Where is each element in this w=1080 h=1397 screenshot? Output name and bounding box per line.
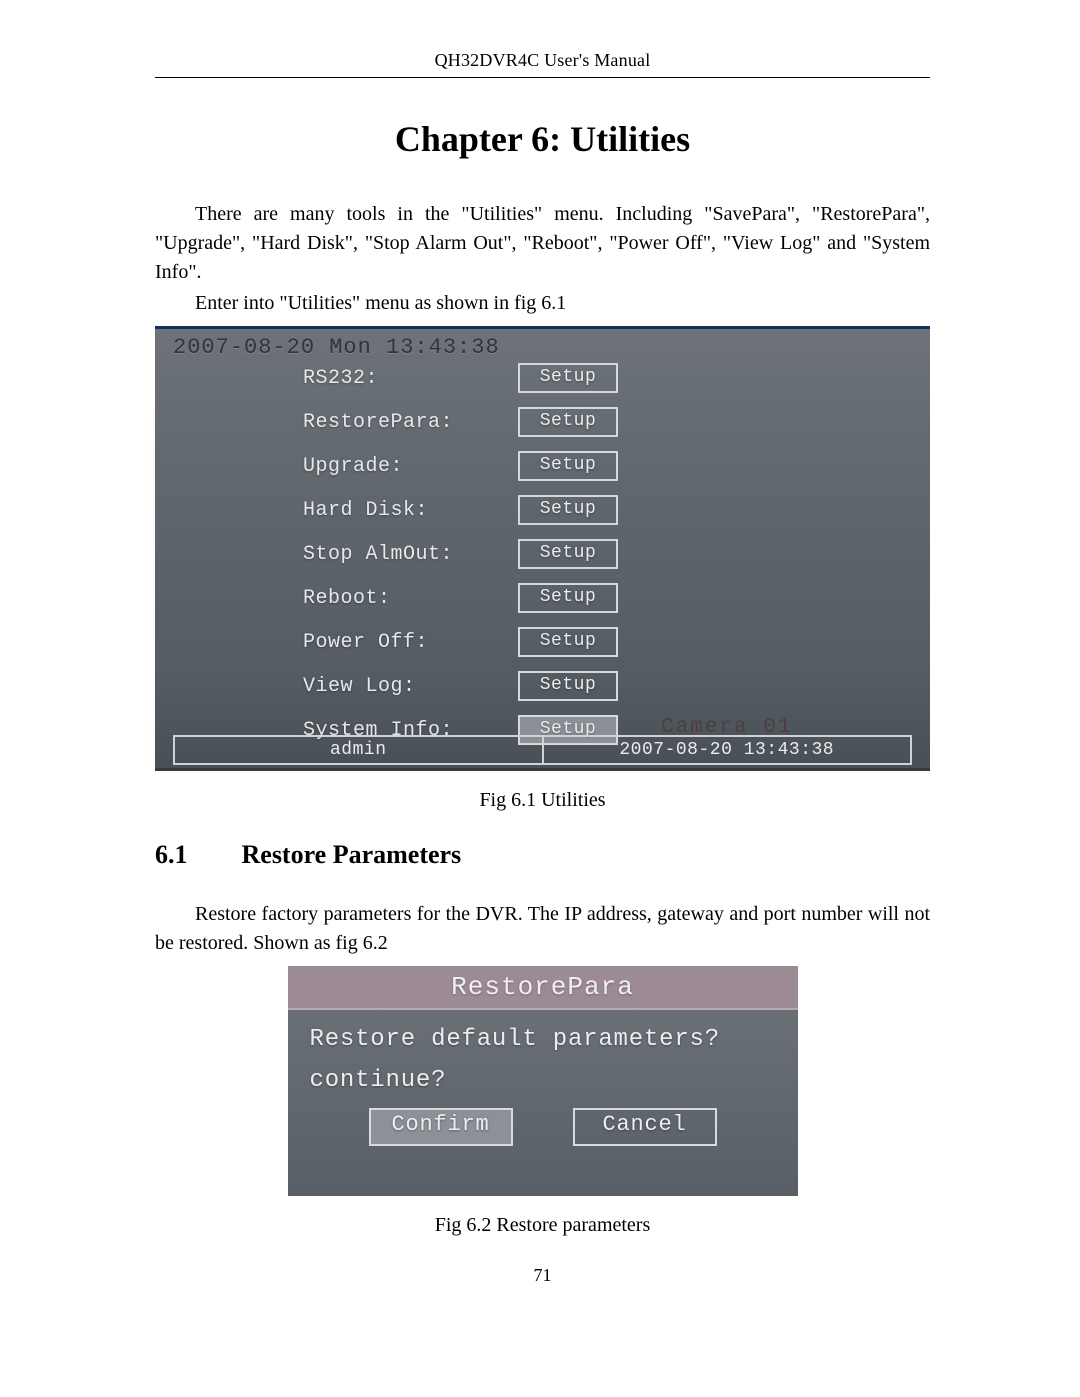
- dvr-label: RestorePara:: [173, 411, 473, 434]
- intro-line-2: Enter into "Utilities" menu as shown in …: [155, 289, 930, 318]
- setup-button-stopalmout[interactable]: Setup: [518, 539, 618, 569]
- dvr-label: RS232:: [173, 367, 473, 390]
- section-title: Restore Parameters: [242, 840, 462, 869]
- dvr-label: Power Off:: [173, 631, 473, 654]
- manual-page: QH32DVR4C User's Manual Chapter 6: Utili…: [0, 0, 1080, 1397]
- dvr-row-harddisk: Hard Disk: Setup: [173, 488, 912, 532]
- dvr-row-stopalmout: Stop AlmOut: Setup: [173, 532, 912, 576]
- restorepara-line2: continue?: [310, 1067, 776, 1094]
- dvr-row-rs232: RS232: Setup: [173, 356, 912, 400]
- restorepara-title: RestorePara: [288, 966, 798, 1010]
- intro-paragraph: There are many tools in the "Utilities" …: [155, 200, 930, 287]
- section-6-1-heading: 6.1 Restore Parameters: [155, 840, 930, 870]
- dvr-status-bar: admin Camera 01 2007-08-20 13:43:38: [173, 735, 912, 765]
- cancel-button[interactable]: Cancel: [573, 1108, 717, 1146]
- dvr-row-upgrade: Upgrade: Setup: [173, 444, 912, 488]
- confirm-button[interactable]: Confirm: [369, 1108, 513, 1146]
- restorepara-line1: Restore default parameters?: [310, 1026, 776, 1053]
- chapter-title: Chapter 6: Utilities: [155, 118, 930, 160]
- dvr-label: Upgrade:: [173, 455, 473, 478]
- fig-6-2-caption: Fig 6.2 Restore parameters: [155, 1214, 930, 1237]
- restorepara-body: Restore default parameters? continue? Co…: [288, 1010, 798, 1150]
- setup-button-reboot[interactable]: Setup: [518, 583, 618, 613]
- dvr-row-reboot: Reboot: Setup: [173, 576, 912, 620]
- restorepara-dialog: RestorePara Restore default parameters? …: [288, 966, 798, 1196]
- fig-6-1-caption: Fig 6.1 Utilities: [155, 789, 930, 812]
- dvr-row-poweroff: Power Off: Setup: [173, 620, 912, 664]
- head-rule: [155, 77, 930, 78]
- dvr-label: Reboot:: [173, 587, 473, 610]
- dvr-status-camera: Camera 01: [544, 715, 911, 741]
- section-6-1-paragraph: Restore factory parameters for the DVR. …: [155, 900, 930, 958]
- dvr-status-datetime-text: 2007-08-20 13:43:38: [619, 740, 834, 760]
- setup-button-viewlog[interactable]: Setup: [518, 671, 618, 701]
- section-number: 6.1: [155, 840, 235, 870]
- dvr-label: View Log:: [173, 675, 473, 698]
- setup-button-upgrade[interactable]: Setup: [518, 451, 618, 481]
- dvr-label: Stop AlmOut:: [173, 543, 473, 566]
- dvr-label: Hard Disk:: [173, 499, 473, 522]
- restorepara-buttons: Confirm Cancel: [310, 1108, 776, 1146]
- dvr-utilities-screen: 2007-08-20 Mon 13:43:38 RS232: Setup Res…: [155, 326, 930, 771]
- setup-button-rs232[interactable]: Setup: [518, 363, 618, 393]
- dvr-status-user: admin: [173, 735, 542, 765]
- dvr-row-restorepara: RestorePara: Setup: [173, 400, 912, 444]
- setup-button-harddisk[interactable]: Setup: [518, 495, 618, 525]
- page-number: 71: [155, 1265, 930, 1286]
- running-head: QH32DVR4C User's Manual: [155, 50, 930, 71]
- setup-button-restorepara[interactable]: Setup: [518, 407, 618, 437]
- dvr-status-datetime: Camera 01 2007-08-20 13:43:38: [542, 735, 913, 765]
- dvr-menu-rows: RS232: Setup RestorePara: Setup Upgrade:…: [173, 356, 912, 752]
- setup-button-poweroff[interactable]: Setup: [518, 627, 618, 657]
- dvr-row-viewlog: View Log: Setup: [173, 664, 912, 708]
